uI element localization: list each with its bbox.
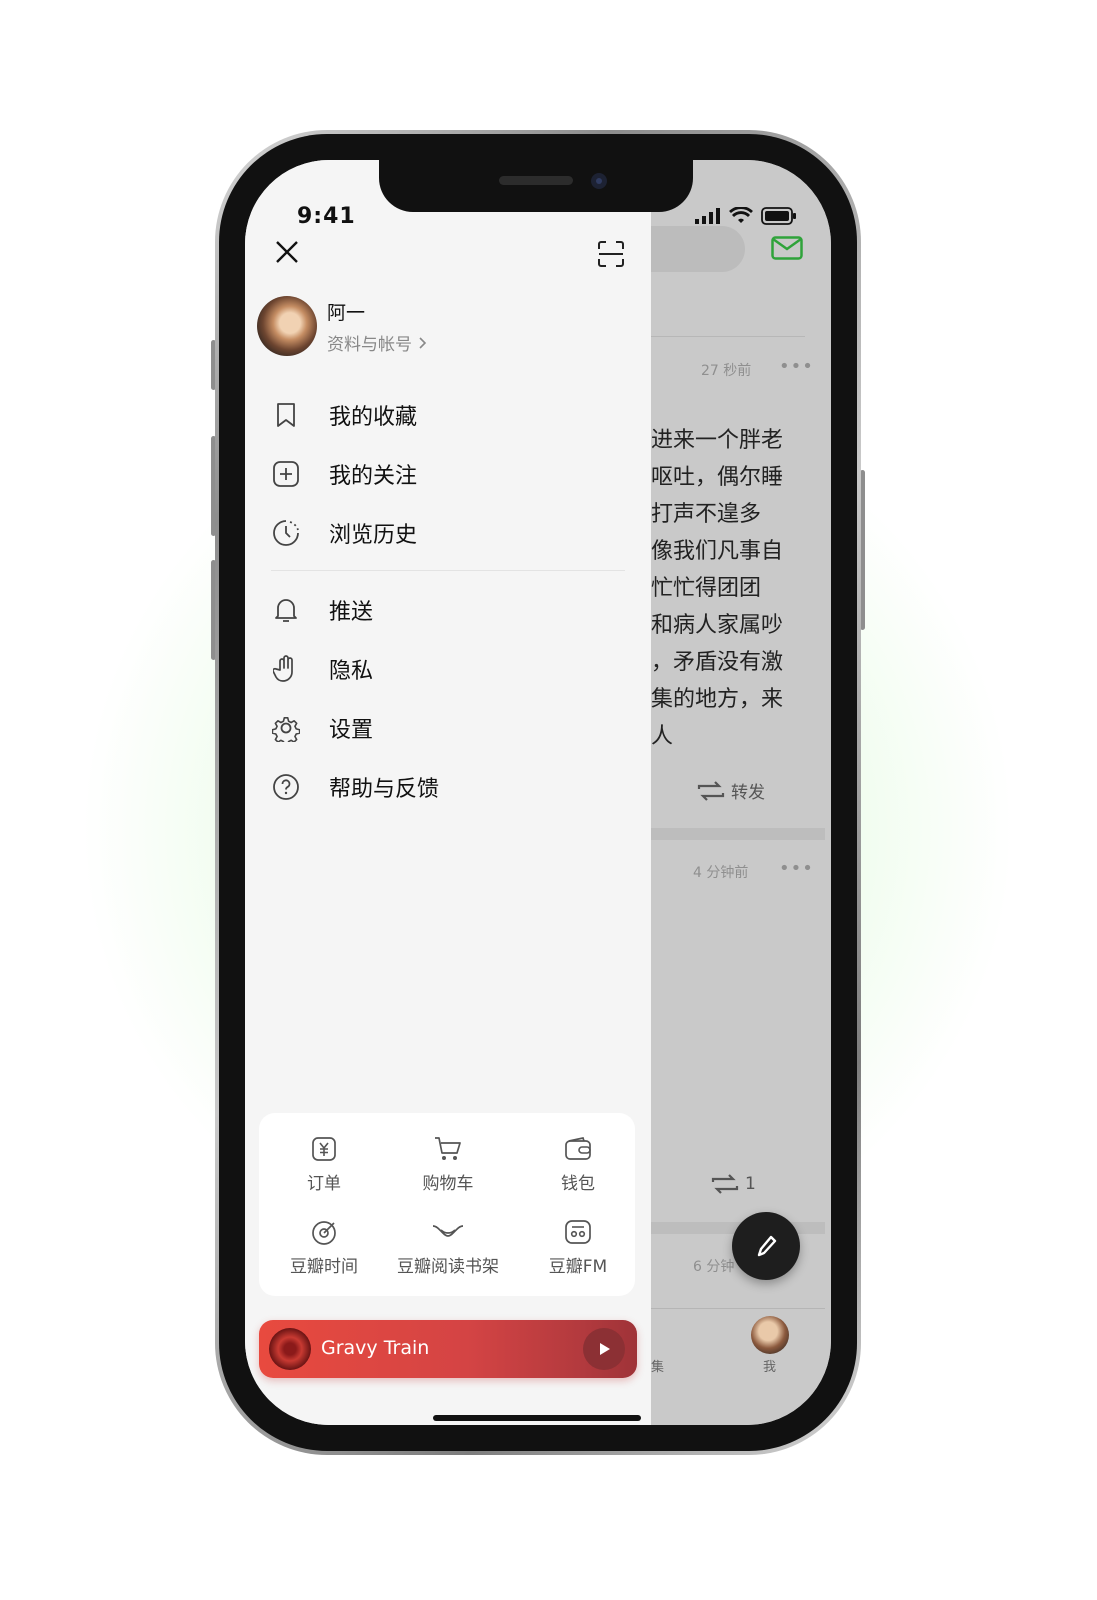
phone-screen: 27 秒前 ••• 进来一个胖老 呕吐，偶尔睡 打声不遑多 像我们凡事自 忙忙得… [245, 160, 831, 1425]
menu-label: 帮助与反馈 [329, 777, 440, 802]
service-cart[interactable]: 购物车 [383, 1131, 513, 1194]
signal-icon [695, 208, 720, 224]
plus-square-icon [271, 459, 301, 489]
menu-label: 我的收藏 [329, 405, 418, 430]
menu-item-settings[interactable]: 设置 [271, 708, 373, 748]
repost-label: 转发 [731, 783, 765, 803]
service-label: 豆瓣FM [548, 1257, 608, 1277]
menu-label: 推送 [329, 600, 374, 625]
post-text: 进来一个胖老 呕吐，偶尔睡 打声不遑多 像我们凡事自 忙忙得团团 和病人家属吵 … [651, 428, 784, 749]
menu-item-help[interactable]: 帮助与反馈 [271, 767, 439, 807]
feed-separator [645, 828, 825, 840]
user-name[interactable]: 阿一 [327, 298, 365, 325]
feed-divider [645, 336, 805, 337]
front-camera [591, 173, 607, 189]
repost-button[interactable]: 1 [709, 1172, 756, 1196]
order-icon [259, 1131, 389, 1167]
album-art [269, 1328, 311, 1370]
compose-button[interactable] [732, 1212, 800, 1280]
side-drawer: 9:41 阿一 资料与帐号 我的收藏 我的关注 浏览历史 推送 隐私 设置 帮助… [245, 160, 651, 1425]
tab-bar-divider [645, 1308, 825, 1309]
menu-label: 设置 [329, 718, 374, 743]
service-bookshelf[interactable]: 豆瓣阅读书架 [383, 1214, 513, 1277]
services-panel: 订单 购物车 钱包 豆瓣时间 豆瓣阅读书架 豆瓣FM [259, 1113, 635, 1296]
player-title: Gravy Train [321, 1337, 430, 1359]
repost-icon [711, 1174, 739, 1194]
battery-icon [761, 207, 796, 225]
menu-item-history[interactable]: 浏览历史 [271, 513, 417, 553]
home-indicator[interactable] [433, 1415, 641, 1421]
tab-me-avatar[interactable] [751, 1316, 789, 1354]
service-douban-time[interactable]: 豆瓣时间 [259, 1214, 389, 1277]
pen-icon [757, 1235, 777, 1257]
repost-icon [697, 780, 725, 801]
close-icon[interactable] [273, 238, 301, 266]
menu-label: 浏览历史 [329, 523, 418, 548]
menu-item-following[interactable]: 我的关注 [271, 454, 417, 494]
bookmark-icon [271, 400, 301, 430]
more-icon[interactable]: ••• [779, 356, 814, 377]
cart-icon [383, 1131, 513, 1167]
radio-icon [513, 1214, 643, 1250]
speaker [499, 176, 573, 185]
hand-icon [271, 654, 301, 684]
service-label: 购物车 [422, 1174, 474, 1194]
repost-button[interactable]: 转发 [695, 778, 765, 803]
more-icon[interactable]: ••• [779, 858, 814, 879]
post-time: 6 分钟 [693, 1259, 735, 1275]
wallet-icon [513, 1131, 643, 1167]
play-button[interactable] [583, 1328, 625, 1370]
chevron-right-icon [419, 336, 427, 349]
phone-frame: 27 秒前 ••• 进来一个胖老 呕吐，偶尔睡 打声不遑多 像我们凡事自 忙忙得… [215, 130, 861, 1455]
service-label: 订单 [307, 1174, 341, 1194]
bell-icon [271, 595, 301, 625]
tab-me-label[interactable]: 我 [763, 1356, 776, 1375]
post-time: 27 秒前 [701, 363, 752, 379]
history-icon [271, 518, 301, 548]
scan-icon[interactable] [597, 240, 625, 268]
menu-divider [271, 570, 625, 571]
help-circle-icon [271, 772, 301, 802]
menu-label: 隐私 [329, 659, 374, 684]
tab-ji-label[interactable]: 集 [651, 1356, 664, 1375]
bookshelf-icon [383, 1214, 513, 1250]
service-label: 豆瓣阅读书架 [397, 1257, 499, 1277]
status-icons [695, 207, 797, 225]
wifi-icon [729, 207, 753, 223]
post-time: 4 分钟前 [693, 865, 749, 881]
play-icon [600, 1343, 610, 1355]
profile-link[interactable]: 资料与帐号 [327, 330, 427, 355]
mail-icon[interactable] [771, 236, 803, 264]
service-label: 豆瓣时间 [290, 1257, 358, 1277]
menu-item-favorites[interactable]: 我的收藏 [271, 395, 417, 435]
douban-time-icon [259, 1214, 389, 1250]
repost-count: 1 [745, 1174, 756, 1194]
service-wallet[interactable]: 钱包 [513, 1131, 643, 1194]
service-label: 钱包 [561, 1174, 595, 1194]
service-orders[interactable]: 订单 [259, 1131, 389, 1194]
menu-item-privacy[interactable]: 隐私 [271, 649, 373, 689]
menu-label: 我的关注 [329, 464, 418, 489]
profile-link-label: 资料与帐号 [327, 335, 412, 355]
status-time: 9:41 [297, 204, 356, 229]
notch [379, 160, 693, 212]
mini-player[interactable]: Gravy Train [259, 1320, 637, 1378]
avatar[interactable] [257, 296, 317, 356]
gear-icon [271, 713, 301, 743]
service-fm[interactable]: 豆瓣FM [513, 1214, 643, 1277]
menu-item-push[interactable]: 推送 [271, 590, 373, 630]
